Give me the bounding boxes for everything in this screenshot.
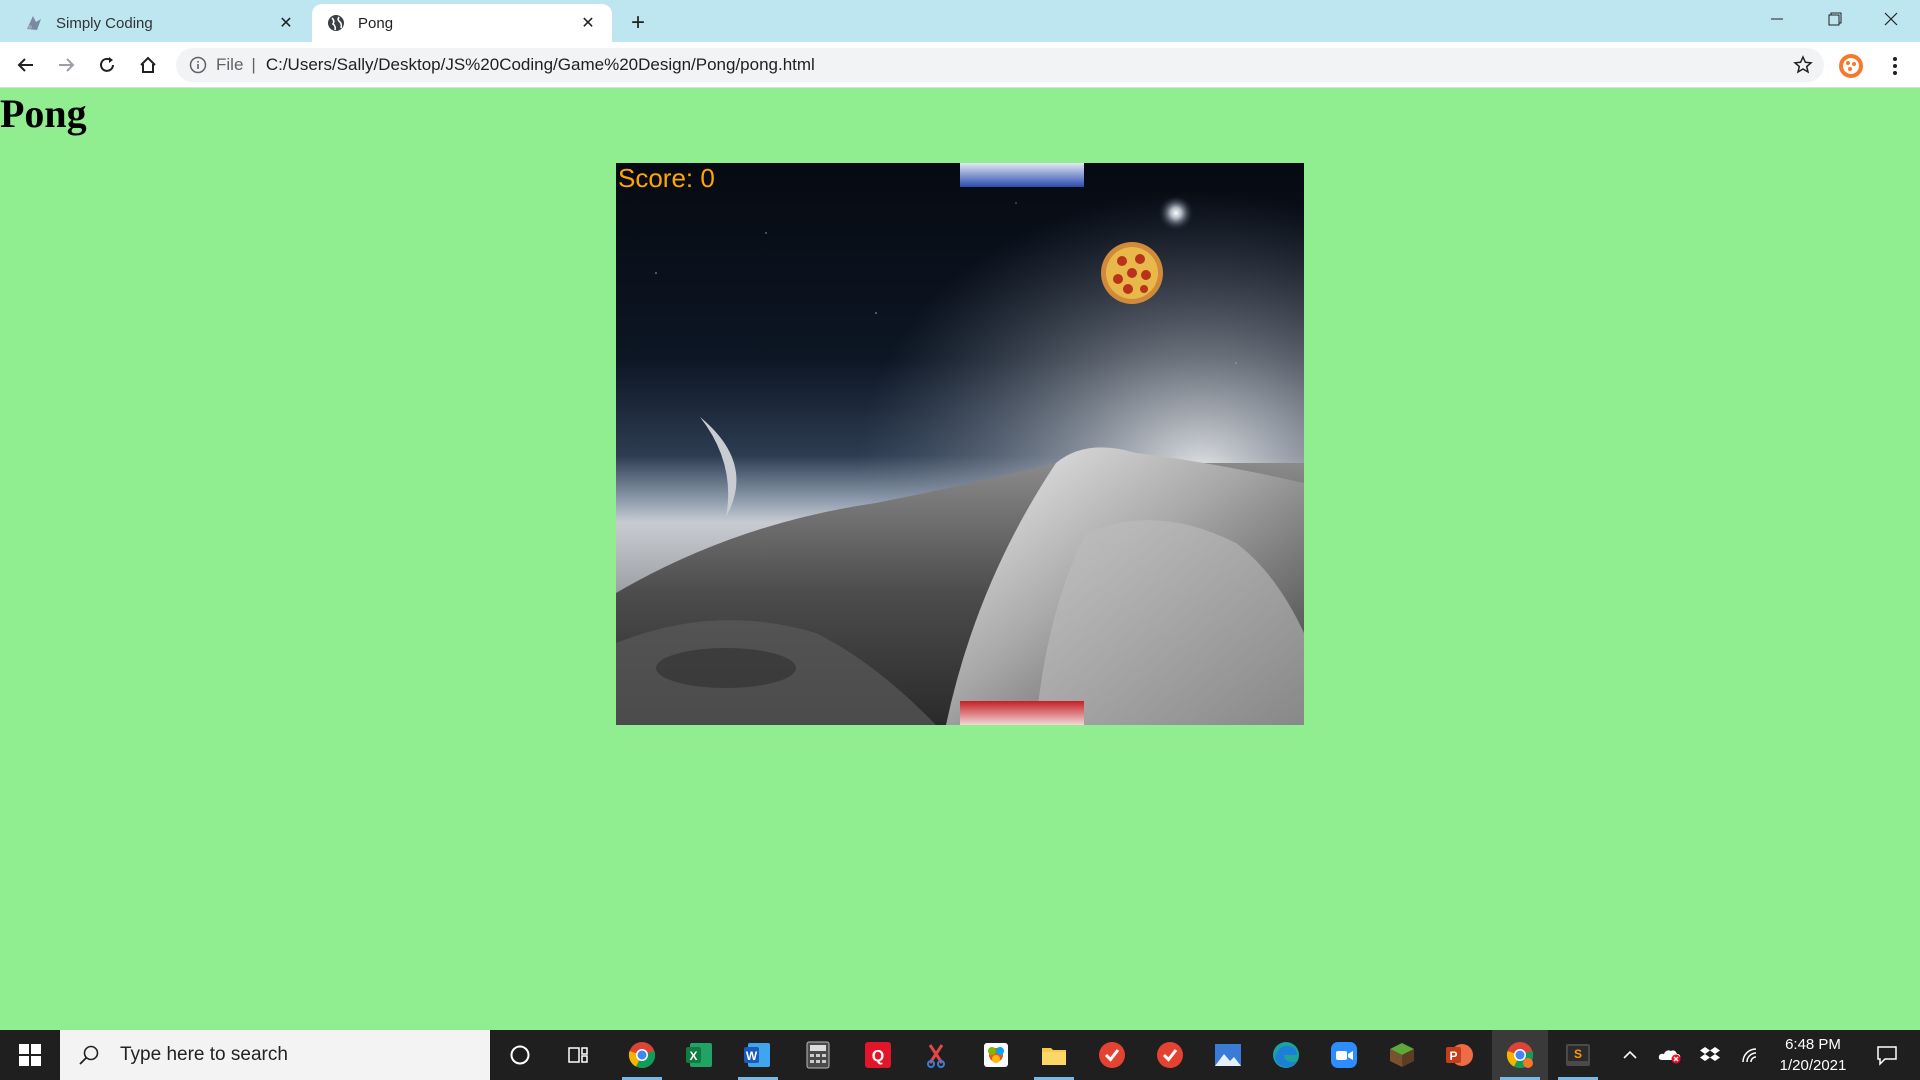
restore-icon[interactable] [1806, 0, 1864, 38]
minecraft-icon[interactable] [1374, 1030, 1430, 1080]
chrome-profile-icon[interactable] [1492, 1030, 1548, 1080]
forward-arrow-icon[interactable] [50, 49, 82, 81]
globe-icon [326, 13, 346, 33]
windows-taskbar: Type here to search X W Q P S 6:48 PM 1/… [0, 1030, 1920, 1080]
extension-icon[interactable] [1836, 51, 1866, 81]
chevron-up-icon[interactable] [1610, 1030, 1650, 1080]
close-icon[interactable]: ✕ [578, 13, 598, 33]
wifi-icon[interactable] [1730, 1030, 1770, 1080]
tab-title: Pong [358, 14, 394, 32]
back-arrow-icon[interactable] [10, 49, 42, 81]
photos-landscape-icon[interactable] [1200, 1030, 1256, 1080]
svg-text:P: P [1449, 1049, 1457, 1063]
browser-tab-strip: Simply Coding ✕ Pong ✕ + [0, 0, 1920, 42]
clock-time: 6:48 PM [1785, 1036, 1841, 1053]
home-icon[interactable] [132, 49, 164, 81]
url-separator: | [251, 55, 256, 74]
close-icon[interactable]: ✕ [276, 13, 296, 33]
space-planet-scene [616, 163, 1304, 725]
bottom-paddle [960, 701, 1084, 725]
zoom-icon[interactable] [1316, 1030, 1372, 1080]
word-icon[interactable]: W [730, 1030, 786, 1080]
todoist-alt-icon[interactable] [1142, 1030, 1198, 1080]
pizza-ball [1101, 242, 1163, 304]
reload-icon[interactable] [91, 49, 123, 81]
file-explorer-icon[interactable] [1026, 1030, 1082, 1080]
minimize-icon[interactable] [1748, 0, 1806, 38]
address-bar[interactable]: File | C:/Users/Sally/Desktop/JS%20Codin… [176, 48, 1824, 82]
powerpoint-icon[interactable]: P [1432, 1030, 1488, 1080]
clock-date: 1/20/2021 [1779, 1057, 1847, 1074]
calculator-icon[interactable] [790, 1030, 846, 1080]
taskbar-clock[interactable]: 6:48 PM 1/20/2021 [1776, 1030, 1850, 1080]
tab-title: Simply Coding [56, 14, 153, 32]
url-scheme: File [216, 55, 244, 74]
score-text: Score: 0 [618, 163, 715, 193]
notification-center-icon[interactable] [1862, 1030, 1912, 1080]
info-icon[interactable] [188, 55, 208, 75]
close-icon[interactable] [1862, 0, 1920, 38]
page-title: Pong [0, 91, 87, 136]
search-placeholder: Type here to search [120, 1044, 288, 1065]
onedrive-error-icon[interactable] [1650, 1030, 1690, 1080]
svg-text:X: X [689, 1049, 697, 1063]
edge-icon[interactable] [1258, 1030, 1314, 1080]
photos-icon[interactable] [968, 1030, 1024, 1080]
bookmark-star-icon[interactable] [1788, 50, 1818, 80]
game-canvas[interactable]: Score: 0 [616, 163, 1304, 725]
svg-text:S: S [1574, 1047, 1582, 1061]
todoist-icon[interactable] [1084, 1030, 1140, 1080]
taskbar-search-input[interactable]: Type here to search [60, 1030, 490, 1080]
chrome-icon[interactable] [614, 1030, 670, 1080]
search-icon [76, 1042, 102, 1068]
excel-icon[interactable]: X [672, 1030, 728, 1080]
cortana-icon[interactable] [492, 1030, 548, 1080]
plus-icon[interactable]: + [624, 9, 652, 37]
svg-text:W: W [746, 1049, 758, 1063]
windows-start-icon[interactable] [0, 1030, 60, 1080]
svg-text:Q: Q [872, 1048, 884, 1065]
quicken-icon[interactable]: Q [850, 1030, 906, 1080]
simply-coding-icon [24, 13, 44, 33]
url-text[interactable]: C:/Users/Sally/Desktop/JS%20Coding/Game%… [266, 55, 1788, 75]
tab-pong[interactable]: Pong ✕ [312, 4, 612, 42]
snipping-tool-icon[interactable] [908, 1030, 964, 1080]
tab-simply-coding[interactable]: Simply Coding ✕ [10, 4, 310, 42]
browser-toolbar: File | C:/Users/Sally/Desktop/JS%20Codin… [0, 42, 1920, 88]
dropbox-icon[interactable] [1690, 1030, 1730, 1080]
top-paddle [960, 163, 1084, 187]
kebab-menu-icon[interactable] [1880, 51, 1910, 81]
task-view-icon[interactable] [550, 1030, 606, 1080]
sublime-text-icon[interactable]: S [1550, 1030, 1606, 1080]
